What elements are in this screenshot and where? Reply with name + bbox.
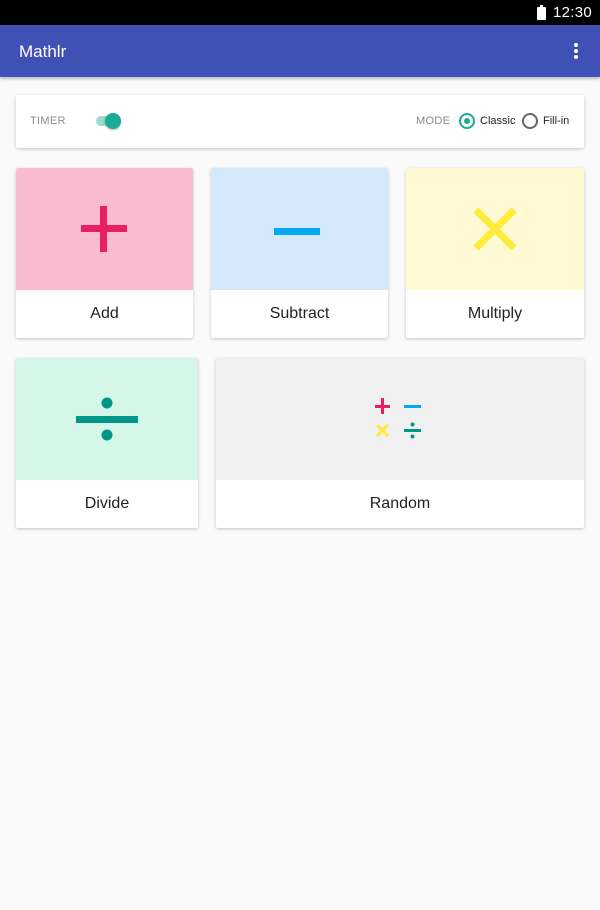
- add-label: Add: [90, 305, 119, 322]
- app-bar: Mathlr: [0, 25, 600, 77]
- multiply-label: Multiply: [467, 305, 523, 322]
- divide-icon: [76, 397, 138, 441]
- status-time: 12:30: [553, 4, 593, 21]
- mode-radio-fill-in[interactable]: [522, 113, 538, 129]
- mode-classic-label[interactable]: Classic: [480, 115, 515, 127]
- random-operations-icon: [375, 398, 421, 439]
- subtract-tile[interactable]: Subtract: [211, 168, 388, 338]
- divide-tile[interactable]: Divide: [16, 358, 198, 528]
- plus-icon: [81, 206, 127, 252]
- timer-switch[interactable]: [96, 112, 122, 130]
- multiply-tile[interactable]: Multiply: [406, 168, 584, 338]
- minus-icon: [274, 228, 320, 235]
- random-tile[interactable]: Random: [216, 358, 584, 528]
- battery-icon: [537, 5, 546, 20]
- timer-label: TIMER: [30, 115, 66, 127]
- more-vert-icon[interactable]: [566, 40, 586, 62]
- mode-fill-in-label[interactable]: Fill-in: [543, 115, 569, 127]
- random-label: Random: [369, 495, 431, 512]
- mode-radio-classic[interactable]: [459, 113, 475, 129]
- status-bar: 12:30: [0, 0, 600, 25]
- times-icon: [473, 207, 517, 251]
- add-tile[interactable]: Add: [16, 168, 193, 338]
- app-title: Mathlr: [19, 42, 67, 61]
- mode-label: MODE: [416, 115, 451, 127]
- subtract-label: Subtract: [269, 305, 330, 322]
- divide-label: Divide: [84, 495, 130, 512]
- settings-card: TIMER MODE Classic Fill-in: [16, 95, 584, 148]
